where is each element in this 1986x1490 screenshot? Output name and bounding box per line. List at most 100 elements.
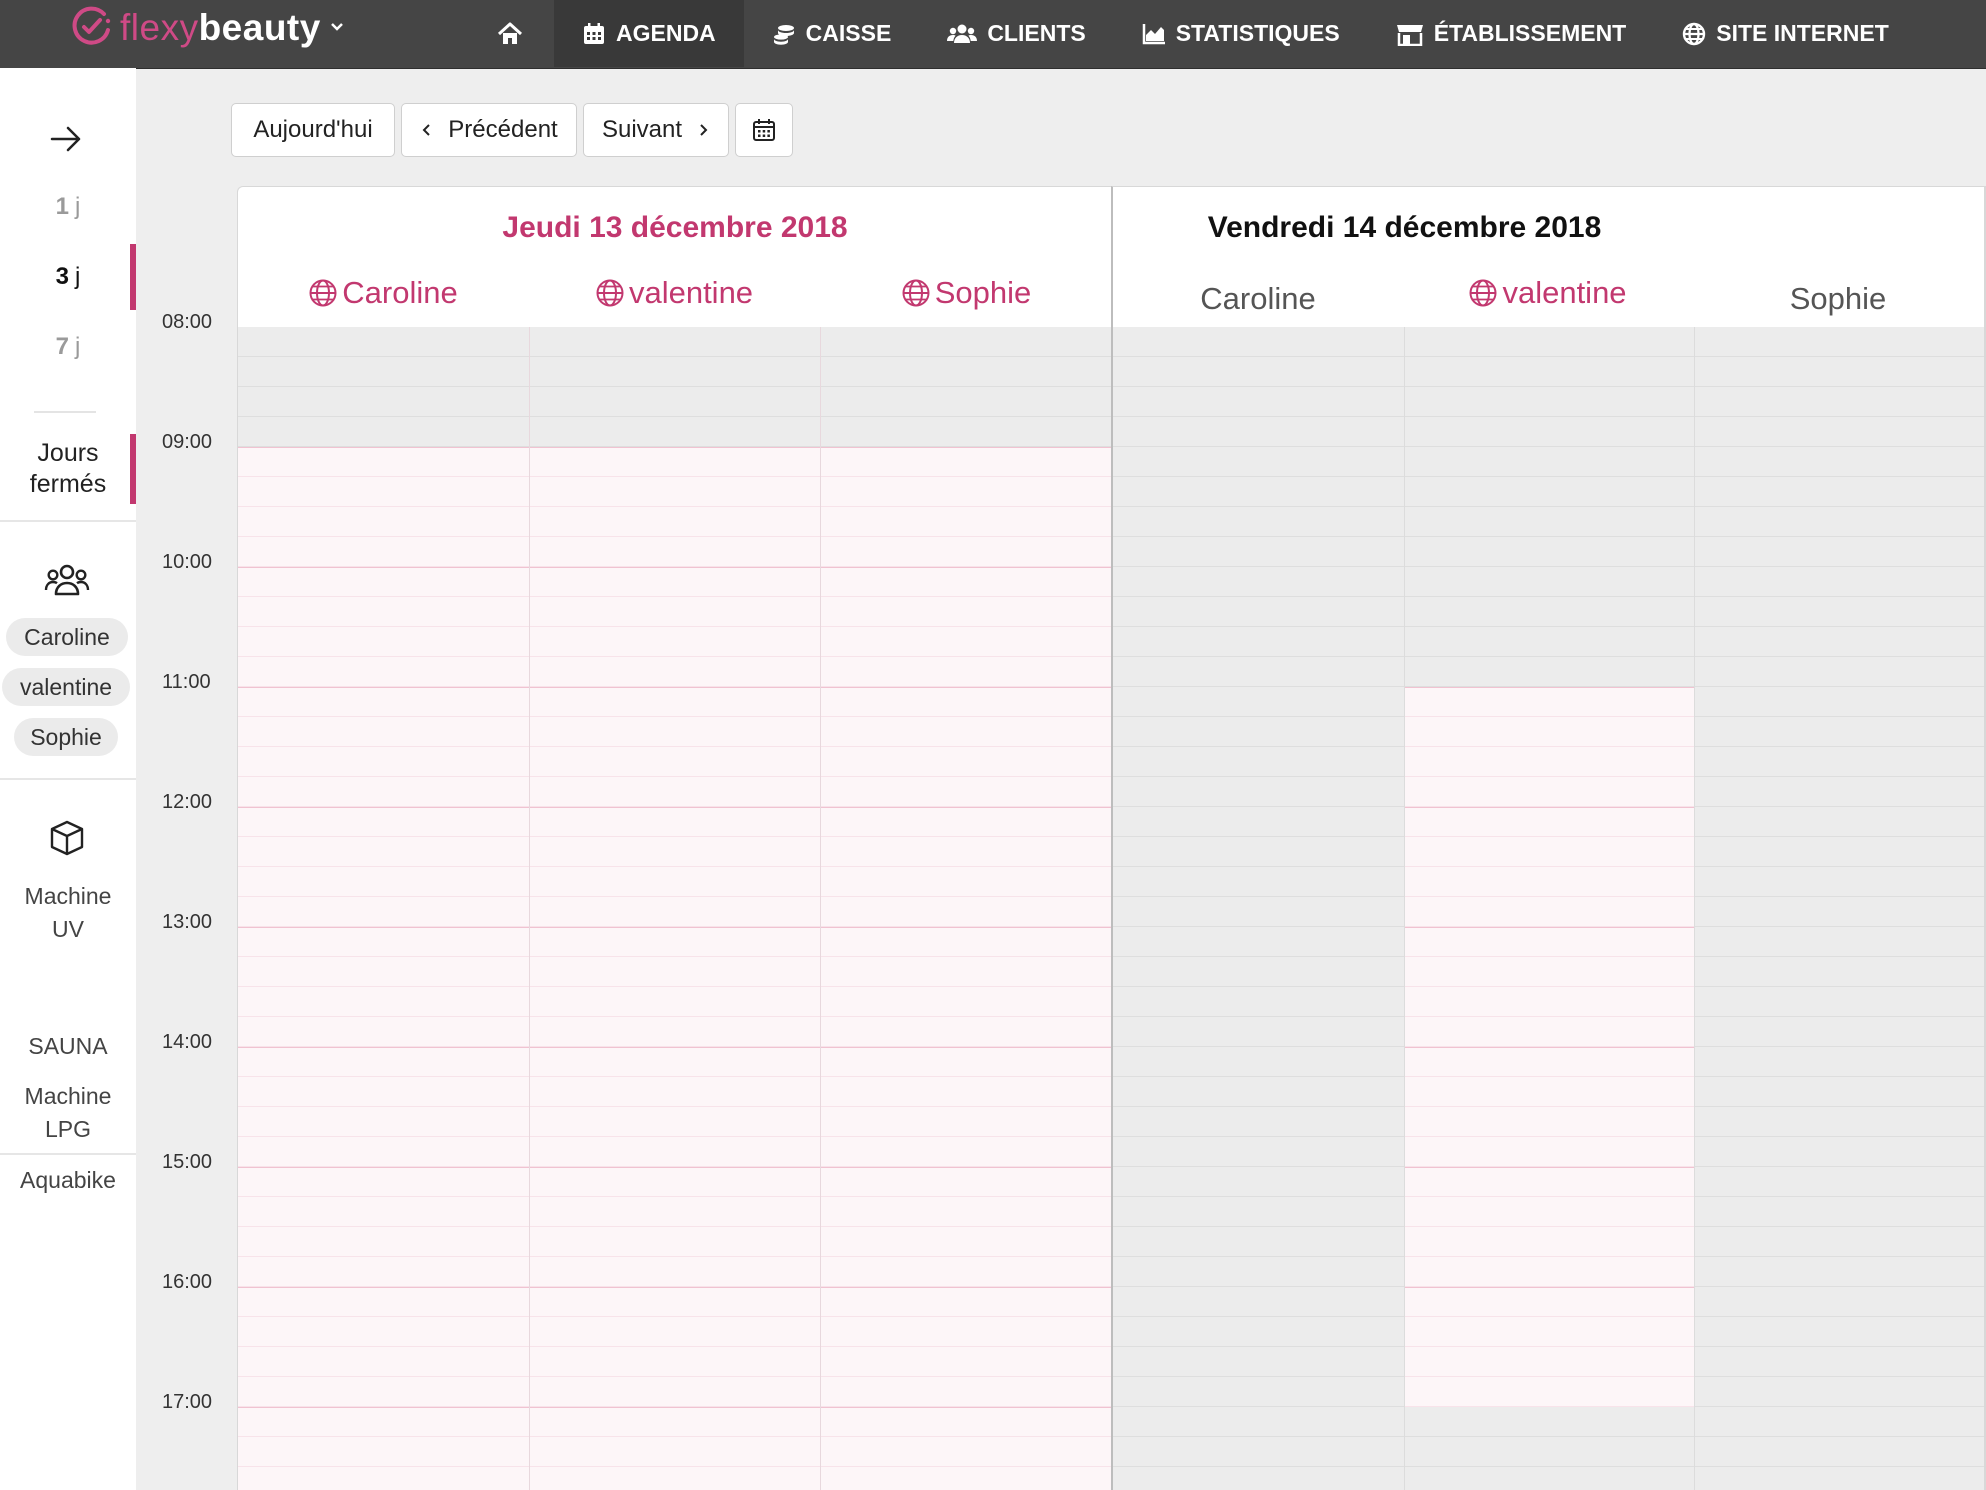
view-number: 1 bbox=[55, 193, 69, 220]
today-button[interactable]: Aujourd'hui bbox=[231, 103, 395, 157]
nav-home[interactable] bbox=[466, 0, 554, 67]
nav-clients[interactable]: CLIENTS bbox=[919, 0, 1113, 67]
coins-icon bbox=[773, 24, 794, 45]
chevron-left-icon bbox=[422, 124, 431, 136]
brand-logo[interactable]: flexybeauty bbox=[68, 4, 345, 50]
clock-logo-icon bbox=[72, 6, 111, 45]
nav-statistiques[interactable]: STATISTIQUES bbox=[1114, 0, 1368, 67]
brand-name-part2: beauty bbox=[198, 6, 321, 48]
staff-name: Caroline bbox=[1200, 281, 1316, 316]
divider bbox=[0, 1153, 136, 1155]
time-label: 14:00 bbox=[162, 1031, 213, 1053]
next-label: Suivant bbox=[601, 116, 683, 143]
staff-column-caroline[interactable]: Caroline bbox=[238, 273, 528, 313]
view-number: 7 bbox=[55, 333, 69, 360]
time-label: 12:00 bbox=[162, 791, 213, 813]
time-label: 17:00 bbox=[162, 1391, 213, 1413]
view-number: 3 bbox=[55, 263, 69, 290]
nav-label: ÉTABLISSEMENT bbox=[1433, 20, 1627, 46]
view-unit: j bbox=[75, 333, 81, 360]
time-label: 11:00 bbox=[162, 671, 211, 693]
chart-icon bbox=[1142, 23, 1165, 44]
date-picker-button[interactable] bbox=[735, 103, 793, 157]
globe-icon bbox=[309, 279, 337, 307]
resource-label: SAUNA bbox=[28, 1033, 108, 1059]
staff-filter-valentine[interactable]: valentine bbox=[2, 668, 130, 706]
next-button[interactable]: Suivant bbox=[583, 103, 729, 157]
box-icon bbox=[50, 820, 84, 856]
nav-label: STATISTIQUES bbox=[1175, 20, 1340, 46]
view-7-days[interactable]: 7j bbox=[0, 314, 136, 380]
day-grid-friday bbox=[1111, 327, 1986, 1490]
calendar-icon bbox=[584, 22, 604, 44]
column-divider bbox=[820, 327, 821, 1490]
staff-column-sophie[interactable]: Sophie bbox=[1693, 277, 1983, 321]
arrow-right-icon[interactable] bbox=[48, 121, 84, 157]
staff-name: Sophie bbox=[1789, 281, 1887, 316]
staff-column-caroline[interactable]: Caroline bbox=[1113, 277, 1403, 321]
home-icon bbox=[497, 22, 523, 44]
staff-group-icon bbox=[44, 564, 90, 596]
nav-label: SITE INTERNET bbox=[1716, 20, 1889, 46]
closed-days-label: Jours fermés bbox=[29, 439, 107, 498]
available-slots-valentine[interactable] bbox=[1405, 687, 1694, 1407]
nav-etablissement[interactable]: ÉTABLISSEMENT bbox=[1368, 0, 1655, 67]
nav-label: CLIENTS bbox=[987, 20, 1086, 46]
resource-label: Machine LPG bbox=[24, 1083, 112, 1142]
resource-machine-uv[interactable]: Machine UV bbox=[0, 880, 136, 946]
day-grid-thursday bbox=[237, 327, 1112, 1490]
closed-slot bbox=[238, 327, 1112, 447]
previous-label: Précédent bbox=[448, 116, 558, 143]
store-icon bbox=[1396, 24, 1423, 46]
available-slots[interactable] bbox=[238, 447, 1112, 1490]
resource-sauna[interactable]: SAUNA bbox=[0, 1030, 136, 1063]
previous-button[interactable]: Précédent bbox=[401, 103, 577, 157]
staff-column-sophie[interactable]: Sophie bbox=[820, 273, 1112, 313]
time-label: 09:00 bbox=[162, 431, 213, 453]
time-label: 13:00 bbox=[162, 911, 213, 933]
staff-column-valentine[interactable]: valentine bbox=[529, 273, 819, 313]
time-label: 08:00 bbox=[162, 311, 213, 333]
divider bbox=[34, 411, 96, 413]
globe-icon bbox=[1683, 22, 1706, 45]
users-icon bbox=[947, 24, 978, 43]
day-title[interactable]: Vendredi 14 décembre 2018 bbox=[967, 211, 1842, 245]
main-nav: AGENDA CAISSE CLIENTS STATISTIQUES ÉTABL… bbox=[466, 0, 1917, 67]
resource-machine-lpg[interactable]: Machine LPG bbox=[0, 1080, 136, 1146]
divider bbox=[0, 520, 136, 522]
staff-name: valentine bbox=[628, 275, 754, 310]
left-sidebar: 1j 3j 7j Jours fermés Caroline valentine… bbox=[0, 68, 136, 1490]
view-1-day[interactable]: 1j bbox=[0, 174, 136, 240]
nav-label: CAISSE bbox=[805, 20, 892, 46]
globe-icon bbox=[1469, 279, 1497, 307]
resource-label: Aquabike bbox=[20, 1167, 116, 1193]
staff-filter-sophie[interactable]: Sophie bbox=[14, 718, 118, 756]
staff-name: Caroline bbox=[342, 275, 458, 310]
day-header-thursday: Jeudi 13 décembre 2018 Caroline valentin… bbox=[237, 186, 1112, 329]
globe-icon bbox=[596, 279, 624, 307]
staff-name: valentine bbox=[1502, 275, 1627, 310]
column-divider bbox=[1694, 327, 1695, 1490]
view-3-days[interactable]: 3j bbox=[0, 244, 136, 310]
nav-caisse[interactable]: CAISSE bbox=[744, 0, 920, 67]
resource-label: Machine UV bbox=[24, 883, 112, 942]
resource-aquabike[interactable]: Aquabike bbox=[0, 1164, 136, 1197]
calendar-icon bbox=[753, 119, 775, 141]
nav-agenda[interactable]: AGENDA bbox=[554, 0, 744, 67]
chevron-right-icon bbox=[700, 124, 708, 136]
globe-icon bbox=[902, 279, 930, 307]
time-label: 16:00 bbox=[162, 1271, 213, 1293]
column-divider bbox=[1404, 327, 1405, 1490]
day-header-friday: Vendredi 14 décembre 2018 Caroline valen… bbox=[1111, 186, 1986, 329]
brand-name-part1: flexy bbox=[120, 6, 199, 48]
staff-column-valentine[interactable]: valentine bbox=[1403, 273, 1692, 313]
time-label: 15:00 bbox=[162, 1151, 213, 1173]
top-navigation-bar: flexybeauty AGENDA CAISSE CLIENTS STATIS… bbox=[0, 0, 1986, 69]
divider bbox=[0, 778, 136, 780]
nav-label: AGENDA bbox=[616, 20, 716, 46]
nav-site-internet[interactable]: SITE INTERNET bbox=[1654, 0, 1917, 67]
view-unit: j bbox=[75, 263, 81, 290]
chevron-down-icon bbox=[330, 23, 343, 31]
closed-days-toggle[interactable]: Jours fermés bbox=[0, 434, 136, 504]
staff-filter-caroline[interactable]: Caroline bbox=[6, 618, 128, 656]
